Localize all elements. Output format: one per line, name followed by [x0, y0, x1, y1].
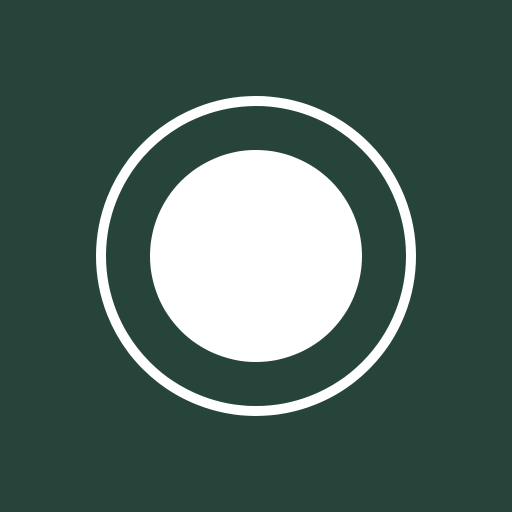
record-icon	[0, 0, 512, 512]
inner-dot	[150, 150, 362, 362]
app-icon-canvas	[0, 0, 512, 512]
